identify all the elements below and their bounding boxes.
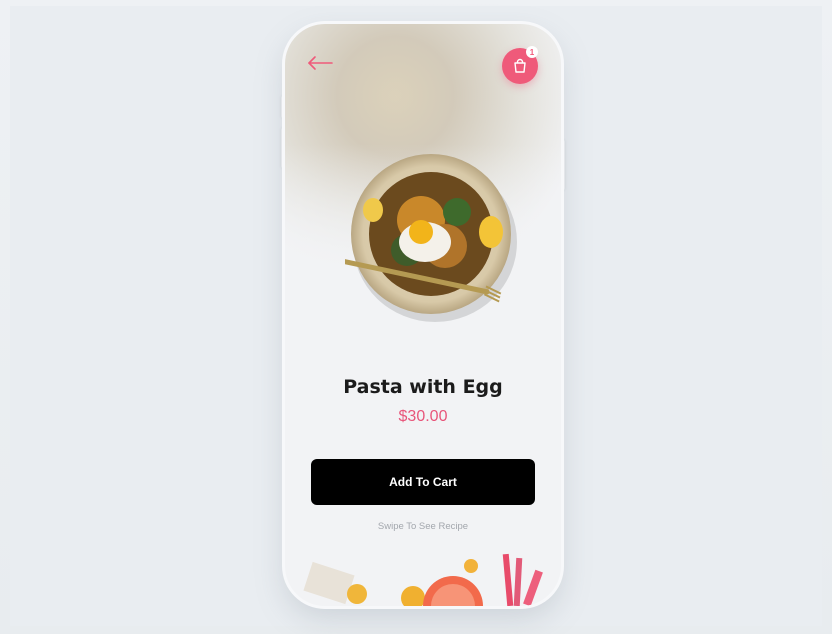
ingredients-image: [303, 553, 543, 606]
phone-side-button-right: [561, 140, 565, 190]
phone-frame: 1 Pasta with Egg $30.00 Add To Cart Swip…: [285, 24, 561, 606]
cart-count-badge: 1: [526, 46, 538, 58]
add-to-cart-button[interactable]: Add To Cart: [311, 459, 535, 505]
product-title: Pasta with Egg: [343, 376, 503, 398]
cart-button[interactable]: 1: [502, 46, 538, 84]
shopping-bag-icon: [514, 58, 526, 73]
arrow-left-icon[interactable]: [305, 54, 335, 72]
product-price: $30.00: [398, 408, 448, 425]
pasta-dish-image: [345, 154, 517, 322]
swipe-hint: Swipe To See Recipe: [377, 521, 469, 532]
